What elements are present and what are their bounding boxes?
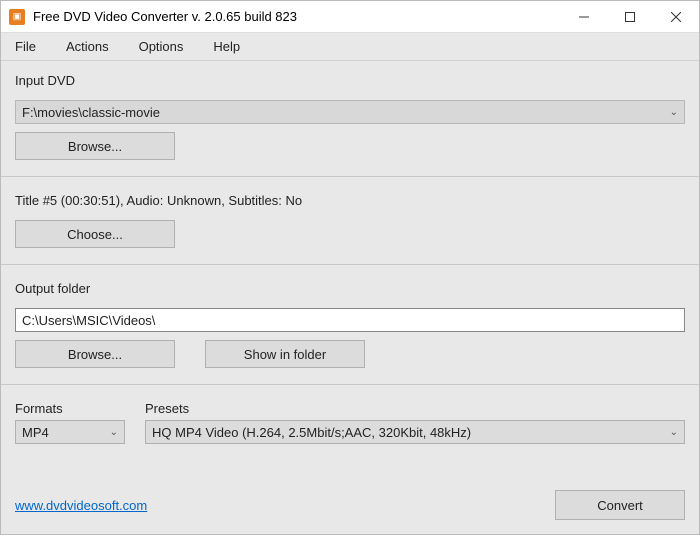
formats-value: MP4 xyxy=(22,425,104,440)
output-folder-input[interactable]: C:\Users\MSIC\Videos\ xyxy=(15,308,685,332)
output-folder-value: C:\Users\MSIC\Videos\ xyxy=(22,313,155,328)
input-dvd-dropdown[interactable]: F:\movies\classic-movie ⌄ xyxy=(15,100,685,124)
browse-input-button[interactable]: Browse... xyxy=(15,132,175,160)
window-title: Free DVD Video Converter v. 2.0.65 build… xyxy=(33,9,561,24)
chevron-down-icon: ⌄ xyxy=(670,107,678,118)
app-window: ▣ Free DVD Video Converter v. 2.0.65 bui… xyxy=(0,0,700,535)
presets-label: Presets xyxy=(145,401,685,416)
choose-button[interactable]: Choose... xyxy=(15,220,175,248)
presets-dropdown[interactable]: HQ MP4 Video (H.264, 2.5Mbit/s;AAC, 320K… xyxy=(145,420,685,444)
titlebar: ▣ Free DVD Video Converter v. 2.0.65 bui… xyxy=(1,1,699,33)
window-controls xyxy=(561,1,699,32)
formats-dropdown[interactable]: MP4 ⌄ xyxy=(15,420,125,444)
divider xyxy=(1,384,699,385)
chevron-down-icon: ⌄ xyxy=(110,427,118,438)
title-info-summary: Title #5 (00:30:51), Audio: Unknown, Sub… xyxy=(15,193,685,208)
formats-label: Formats xyxy=(15,401,125,416)
output-folder-label: Output folder xyxy=(15,281,685,296)
menu-file[interactable]: File xyxy=(9,35,42,58)
menu-options[interactable]: Options xyxy=(133,35,190,58)
show-in-folder-button[interactable]: Show in folder xyxy=(205,340,365,368)
input-dvd-value: F:\movies\classic-movie xyxy=(22,105,670,120)
footer: www.dvdvideosoft.com Convert xyxy=(1,476,699,534)
browse-output-button[interactable]: Browse... xyxy=(15,340,175,368)
menu-actions[interactable]: Actions xyxy=(60,35,115,58)
convert-button[interactable]: Convert xyxy=(555,490,685,520)
minimize-button[interactable] xyxy=(561,1,607,32)
divider xyxy=(1,264,699,265)
divider xyxy=(1,176,699,177)
menubar: File Actions Options Help xyxy=(1,33,699,61)
chevron-down-icon: ⌄ xyxy=(670,427,678,438)
app-icon: ▣ xyxy=(9,9,25,25)
input-dvd-label: Input DVD xyxy=(15,73,685,88)
maximize-button[interactable] xyxy=(607,1,653,32)
content-area: Input DVD F:\movies\classic-movie ⌄ Brow… xyxy=(1,61,699,476)
close-button[interactable] xyxy=(653,1,699,32)
menu-help[interactable]: Help xyxy=(207,35,246,58)
format-row: Formats MP4 ⌄ Presets HQ MP4 Video (H.26… xyxy=(15,401,685,444)
website-link[interactable]: www.dvdvideosoft.com xyxy=(15,498,147,513)
presets-value: HQ MP4 Video (H.264, 2.5Mbit/s;AAC, 320K… xyxy=(152,425,664,440)
